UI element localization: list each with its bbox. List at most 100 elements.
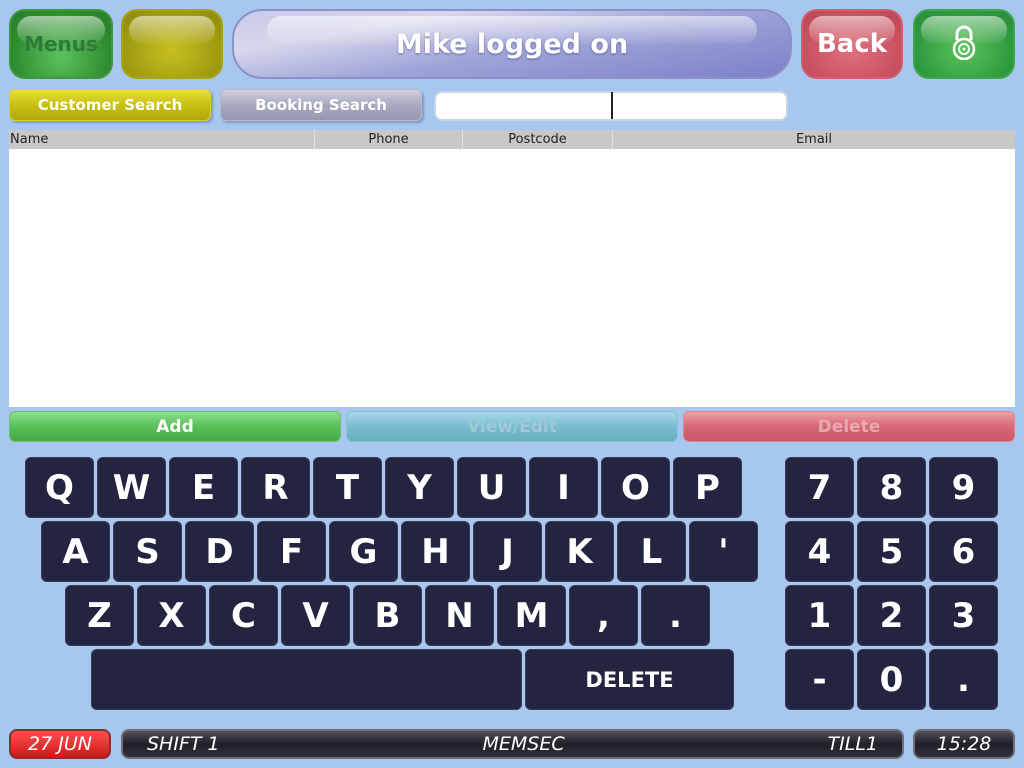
key-row1-7[interactable]: I xyxy=(529,457,598,518)
key-label: N xyxy=(445,595,474,636)
back-label: Back xyxy=(816,29,888,59)
key-row2-7[interactable]: K xyxy=(545,521,614,582)
column-header-email[interactable]: Email xyxy=(613,130,1015,149)
key-label: S xyxy=(135,531,160,572)
key-label: 6 xyxy=(951,531,976,572)
key-label: D xyxy=(205,531,234,572)
delete-record-button[interactable]: Delete xyxy=(683,411,1015,442)
key-label: V xyxy=(302,595,329,636)
menus-button[interactable]: Menus xyxy=(9,9,113,79)
key-row2-3[interactable]: F xyxy=(257,521,326,582)
till-text: TILL1 xyxy=(827,733,878,755)
key-label: J xyxy=(501,531,514,572)
key-row2-1[interactable]: S xyxy=(113,521,182,582)
key-row1-1[interactable]: W xyxy=(97,457,166,518)
logged-on-title: Mike logged on xyxy=(232,9,792,79)
key-label: 1 xyxy=(807,595,832,636)
numpad-key-10[interactable]: 0 xyxy=(857,649,926,710)
padlock-icon xyxy=(950,24,978,64)
key-label: . xyxy=(957,659,970,700)
numpad-key-11[interactable]: . xyxy=(929,649,998,710)
customer-search-label: Customer Search xyxy=(37,96,183,114)
key-label: B xyxy=(374,595,401,636)
numpad-key-8[interactable]: 3 xyxy=(929,585,998,646)
key-row1-2[interactable]: E xyxy=(169,457,238,518)
key-label: M xyxy=(514,595,549,636)
key-row2-9[interactable]: ' xyxy=(689,521,758,582)
key-row3-6[interactable]: M xyxy=(497,585,566,646)
date-display: 27 JUN xyxy=(9,729,111,759)
key-label: 7 xyxy=(807,467,832,508)
key-label: W xyxy=(112,467,151,508)
key-space[interactable] xyxy=(91,649,522,710)
delete-record-label: Delete xyxy=(817,416,881,437)
back-button[interactable]: Back xyxy=(801,9,903,79)
key-row3-3[interactable]: V xyxy=(281,585,350,646)
key-row1-4[interactable]: T xyxy=(313,457,382,518)
lock-button[interactable] xyxy=(913,9,1015,79)
customer-table[interactable]: Name Phone Postcode Email xyxy=(9,130,1015,407)
key-row3-4[interactable]: B xyxy=(353,585,422,646)
numpad-key-2[interactable]: 9 xyxy=(929,457,998,518)
key-label: I xyxy=(557,467,570,508)
text-caret xyxy=(611,92,613,119)
column-header-name[interactable]: Name xyxy=(9,130,315,149)
key-row3-7[interactable]: , xyxy=(569,585,638,646)
view-edit-button[interactable]: View/Edit xyxy=(346,411,678,442)
key-label: 0 xyxy=(879,659,904,700)
key-label: 4 xyxy=(807,531,832,572)
numpad-key-0[interactable]: 7 xyxy=(785,457,854,518)
numpad-key-5[interactable]: 6 xyxy=(929,521,998,582)
table-body[interactable] xyxy=(9,149,1015,407)
key-label: 9 xyxy=(951,467,976,508)
key-row2-0[interactable]: A xyxy=(41,521,110,582)
key-row1-5[interactable]: Y xyxy=(385,457,454,518)
key-row1-8[interactable]: O xyxy=(601,457,670,518)
key-label: 2 xyxy=(879,595,904,636)
view-edit-label: View/Edit xyxy=(467,416,557,437)
numpad-key-9[interactable]: - xyxy=(785,649,854,710)
key-row3-2[interactable]: C xyxy=(209,585,278,646)
key-label: C xyxy=(231,595,256,636)
key-row1-3[interactable]: R xyxy=(241,457,310,518)
key-row1-6[interactable]: U xyxy=(457,457,526,518)
key-row3-5[interactable]: N xyxy=(425,585,494,646)
key-row2-5[interactable]: H xyxy=(401,521,470,582)
key-row3-0[interactable]: Z xyxy=(65,585,134,646)
numpad-key-6[interactable]: 1 xyxy=(785,585,854,646)
key-row3-8[interactable]: . xyxy=(641,585,710,646)
key-label: Q xyxy=(45,467,74,508)
booking-search-button[interactable]: Booking Search xyxy=(220,89,422,121)
numpad-key-4[interactable]: 5 xyxy=(857,521,926,582)
key-label: F xyxy=(279,531,304,572)
blank-function-button[interactable] xyxy=(121,9,223,79)
key-row1-0[interactable]: Q xyxy=(25,457,94,518)
key-delete[interactable]: DELETE xyxy=(525,649,734,710)
key-label: R xyxy=(262,467,289,508)
column-header-phone[interactable]: Phone xyxy=(315,130,463,149)
key-label: A xyxy=(62,531,89,572)
key-label: U xyxy=(477,467,506,508)
key-label: P xyxy=(695,467,720,508)
key-row3-1[interactable]: X xyxy=(137,585,206,646)
shift-text: SHIFT 1 xyxy=(147,733,220,755)
numpad-key-1[interactable]: 8 xyxy=(857,457,926,518)
booking-search-label: Booking Search xyxy=(255,96,387,114)
key-row2-4[interactable]: G xyxy=(329,521,398,582)
key-label: L xyxy=(640,531,663,572)
delete-key-label: DELETE xyxy=(585,667,674,692)
numpad-key-3[interactable]: 4 xyxy=(785,521,854,582)
numpad-key-7[interactable]: 2 xyxy=(857,585,926,646)
key-label: Z xyxy=(87,595,112,636)
add-button[interactable]: Add xyxy=(9,411,341,442)
key-row2-6[interactable]: J xyxy=(473,521,542,582)
customer-search-button[interactable]: Customer Search xyxy=(9,89,211,121)
key-label: G xyxy=(349,531,378,572)
status-bar: SHIFT 1 MEMSEC TILL1 xyxy=(121,729,904,759)
key-row2-2[interactable]: D xyxy=(185,521,254,582)
time-text: 15:28 xyxy=(936,733,992,755)
column-header-postcode[interactable]: Postcode xyxy=(463,130,613,149)
key-row2-8[interactable]: L xyxy=(617,521,686,582)
key-label: Y xyxy=(407,467,432,508)
key-row1-9[interactable]: P xyxy=(673,457,742,518)
